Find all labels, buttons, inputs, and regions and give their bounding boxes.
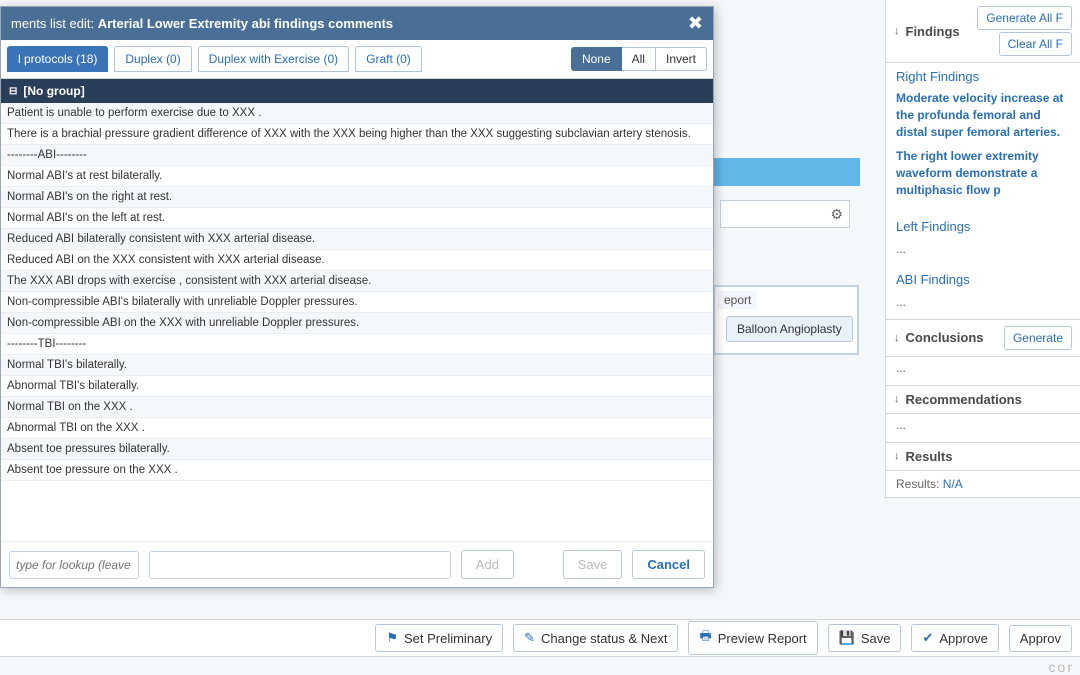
group-header[interactable]: ⊟ [No group] xyxy=(1,79,713,103)
preview-label: Preview Report xyxy=(718,631,807,646)
report-tab-fragment: eport xyxy=(718,291,757,309)
brand-watermark: cor xyxy=(1043,659,1080,675)
list-item[interactable]: Normal ABI's at rest bilaterally. xyxy=(1,166,713,187)
conclusions-panel: ↓ Conclusions Generate ... xyxy=(885,320,1080,386)
gear-toolbar[interactable]: ⚙ xyxy=(720,200,850,228)
save-button[interactable]: Save xyxy=(563,550,623,579)
comments-list-edit-modal: ments list edit: Arterial Lower Extremit… xyxy=(0,6,714,588)
list-item[interactable]: The XXX ABI drops with exercise , consis… xyxy=(1,271,713,292)
list-item[interactable]: Absent toe pressures bilaterally. xyxy=(1,439,713,460)
pencil-icon: ✎ xyxy=(524,630,535,646)
results-title: Results xyxy=(906,449,953,464)
seg-none-button[interactable]: None xyxy=(571,47,622,71)
list-item[interactable]: Non-compressible ABI on the XXX with unr… xyxy=(1,313,713,334)
list-item[interactable]: There is a brachial pressure gradient di… xyxy=(1,124,713,145)
approve-button[interactable]: ✔ Approve xyxy=(911,624,998,652)
group-label: [No group] xyxy=(23,84,84,98)
list-item[interactable]: Abnormal TBI's bilaterally. xyxy=(1,376,713,397)
change-status-button[interactable]: ✎ Change status & Next xyxy=(513,624,678,652)
left-findings-label: Left Findings xyxy=(886,213,1080,238)
set-preliminary-button[interactable]: ⚑ Set Preliminary xyxy=(375,624,503,652)
collapse-icon: ↓ xyxy=(894,332,900,344)
abi-findings-label: ABI Findings xyxy=(886,266,1080,291)
modal-title-prefix: ments list edit: xyxy=(11,16,98,31)
list-item[interactable]: Absent toe pressure on the XXX . xyxy=(1,460,713,481)
generate-all-findings-button[interactable]: Generate All F xyxy=(977,6,1072,30)
modal-title-name: Arterial Lower Extremity abi findings co… xyxy=(98,16,393,31)
results-panel: ↓ Results Results: N/A xyxy=(885,443,1080,498)
collapse-icon: ↓ xyxy=(894,393,900,405)
approve-label: Approve xyxy=(939,631,987,646)
save-icon: 💾 xyxy=(839,630,855,646)
save-label: Save xyxy=(861,631,891,646)
approve-2-button[interactable]: Approv xyxy=(1009,625,1072,652)
selection-segment: None All Invert xyxy=(571,47,707,71)
tab-duplex-exercise[interactable]: Duplex with Exercise (0) xyxy=(198,46,349,72)
modal-tabs: l protocols (18) Duplex (0) Duplex with … xyxy=(1,40,713,79)
modal-footer: Add Save Cancel xyxy=(1,541,713,587)
expand-icon: ⊟ xyxy=(9,86,17,97)
recommendations-value[interactable]: ... xyxy=(886,414,1080,442)
left-findings-value[interactable]: ... xyxy=(886,238,1080,266)
generate-conclusions-button[interactable]: Generate xyxy=(1004,326,1072,350)
balloon-angioplasty-button[interactable]: Balloon Angioplasty xyxy=(726,316,853,342)
seg-all-button[interactable]: All xyxy=(622,47,656,71)
right-findings-text-2: The right lower extremity waveform demon… xyxy=(886,146,1080,204)
results-header[interactable]: ↓ Results xyxy=(886,443,1080,471)
recommendations-panel: ↓ Recommendations ... xyxy=(885,386,1080,443)
print-icon: 🖶 xyxy=(699,627,711,649)
add-button[interactable]: Add xyxy=(461,550,514,579)
findings-title: Findings xyxy=(906,24,960,39)
results-label: Results: xyxy=(896,477,939,491)
change-status-label: Change status & Next xyxy=(541,631,667,646)
lookup-input[interactable] xyxy=(9,551,139,579)
right-findings-label: Right Findings xyxy=(886,63,1080,88)
recommendations-title: Recommendations xyxy=(906,392,1022,407)
conclusions-value[interactable]: ... xyxy=(886,357,1080,385)
modal-title: ments list edit: Arterial Lower Extremit… xyxy=(11,16,688,31)
list-item[interactable]: --------TBI-------- xyxy=(1,334,713,355)
tab-graft[interactable]: Graft (0) xyxy=(355,46,422,72)
set-preliminary-label: Set Preliminary xyxy=(404,631,492,646)
results-line: Results: N/A xyxy=(886,471,1080,497)
close-icon[interactable]: ✖ xyxy=(688,13,703,34)
findings-panel: ↓ Findings Generate All F Clear All F Ri… xyxy=(885,0,1080,320)
flag-icon: ⚑ xyxy=(386,630,398,646)
recommendations-header[interactable]: ↓ Recommendations xyxy=(886,386,1080,414)
list-item[interactable]: Patient is unable to perform exercise du… xyxy=(1,103,713,124)
right-sidebar: ↓ Findings Generate All F Clear All F Ri… xyxy=(885,0,1080,610)
approve2-label: Approv xyxy=(1020,631,1061,646)
list-item[interactable]: Normal TBI on the XXX . xyxy=(1,397,713,418)
check-icon: ✔ xyxy=(922,630,933,646)
new-item-input[interactable] xyxy=(149,551,451,579)
tab-duplex[interactable]: Duplex (0) xyxy=(114,46,191,72)
list-item[interactable]: Reduced ABI bilaterally consistent with … xyxy=(1,229,713,250)
list-item[interactable]: Abnormal TBI on the XXX . xyxy=(1,418,713,439)
list-item[interactable]: Reduced ABI on the XXX consistent with X… xyxy=(1,250,713,271)
findings-header[interactable]: ↓ Findings Generate All F Clear All F xyxy=(886,0,1080,63)
comments-list: Patient is unable to perform exercise du… xyxy=(1,103,713,527)
clear-all-findings-button[interactable]: Clear All F xyxy=(999,32,1072,56)
gear-icon[interactable]: ⚙ xyxy=(830,206,843,223)
conclusions-title: Conclusions xyxy=(906,330,984,345)
modal-header: ments list edit: Arterial Lower Extremit… xyxy=(1,7,713,40)
tab-all-protocols[interactable]: l protocols (18) xyxy=(7,46,108,72)
abi-findings-value[interactable]: ... xyxy=(886,291,1080,319)
conclusions-header[interactable]: ↓ Conclusions Generate xyxy=(886,320,1080,357)
cancel-button[interactable]: Cancel xyxy=(632,550,705,579)
results-value: N/A xyxy=(943,477,963,491)
seg-invert-button[interactable]: Invert xyxy=(656,47,707,71)
list-item[interactable]: Non-compressible ABI's bilaterally with … xyxy=(1,292,713,313)
list-item[interactable]: Normal ABI's on the left at rest. xyxy=(1,208,713,229)
right-findings-text-1: Moderate velocity increase at the profun… xyxy=(886,88,1080,146)
list-item[interactable]: Normal TBI's bilaterally. xyxy=(1,355,713,376)
collapse-icon: ↓ xyxy=(894,450,900,462)
collapse-icon: ↓ xyxy=(894,25,900,37)
bottom-toolbar: ⚑ Set Preliminary ✎ Change status & Next 🖶… xyxy=(0,619,1080,657)
preview-report-button[interactable]: 🖶 Preview Report xyxy=(688,621,817,655)
list-item[interactable]: --------ABI-------- xyxy=(1,145,713,166)
save-report-button[interactable]: 💾 Save xyxy=(828,624,902,652)
list-item[interactable]: Normal ABI's on the right at rest. xyxy=(1,187,713,208)
